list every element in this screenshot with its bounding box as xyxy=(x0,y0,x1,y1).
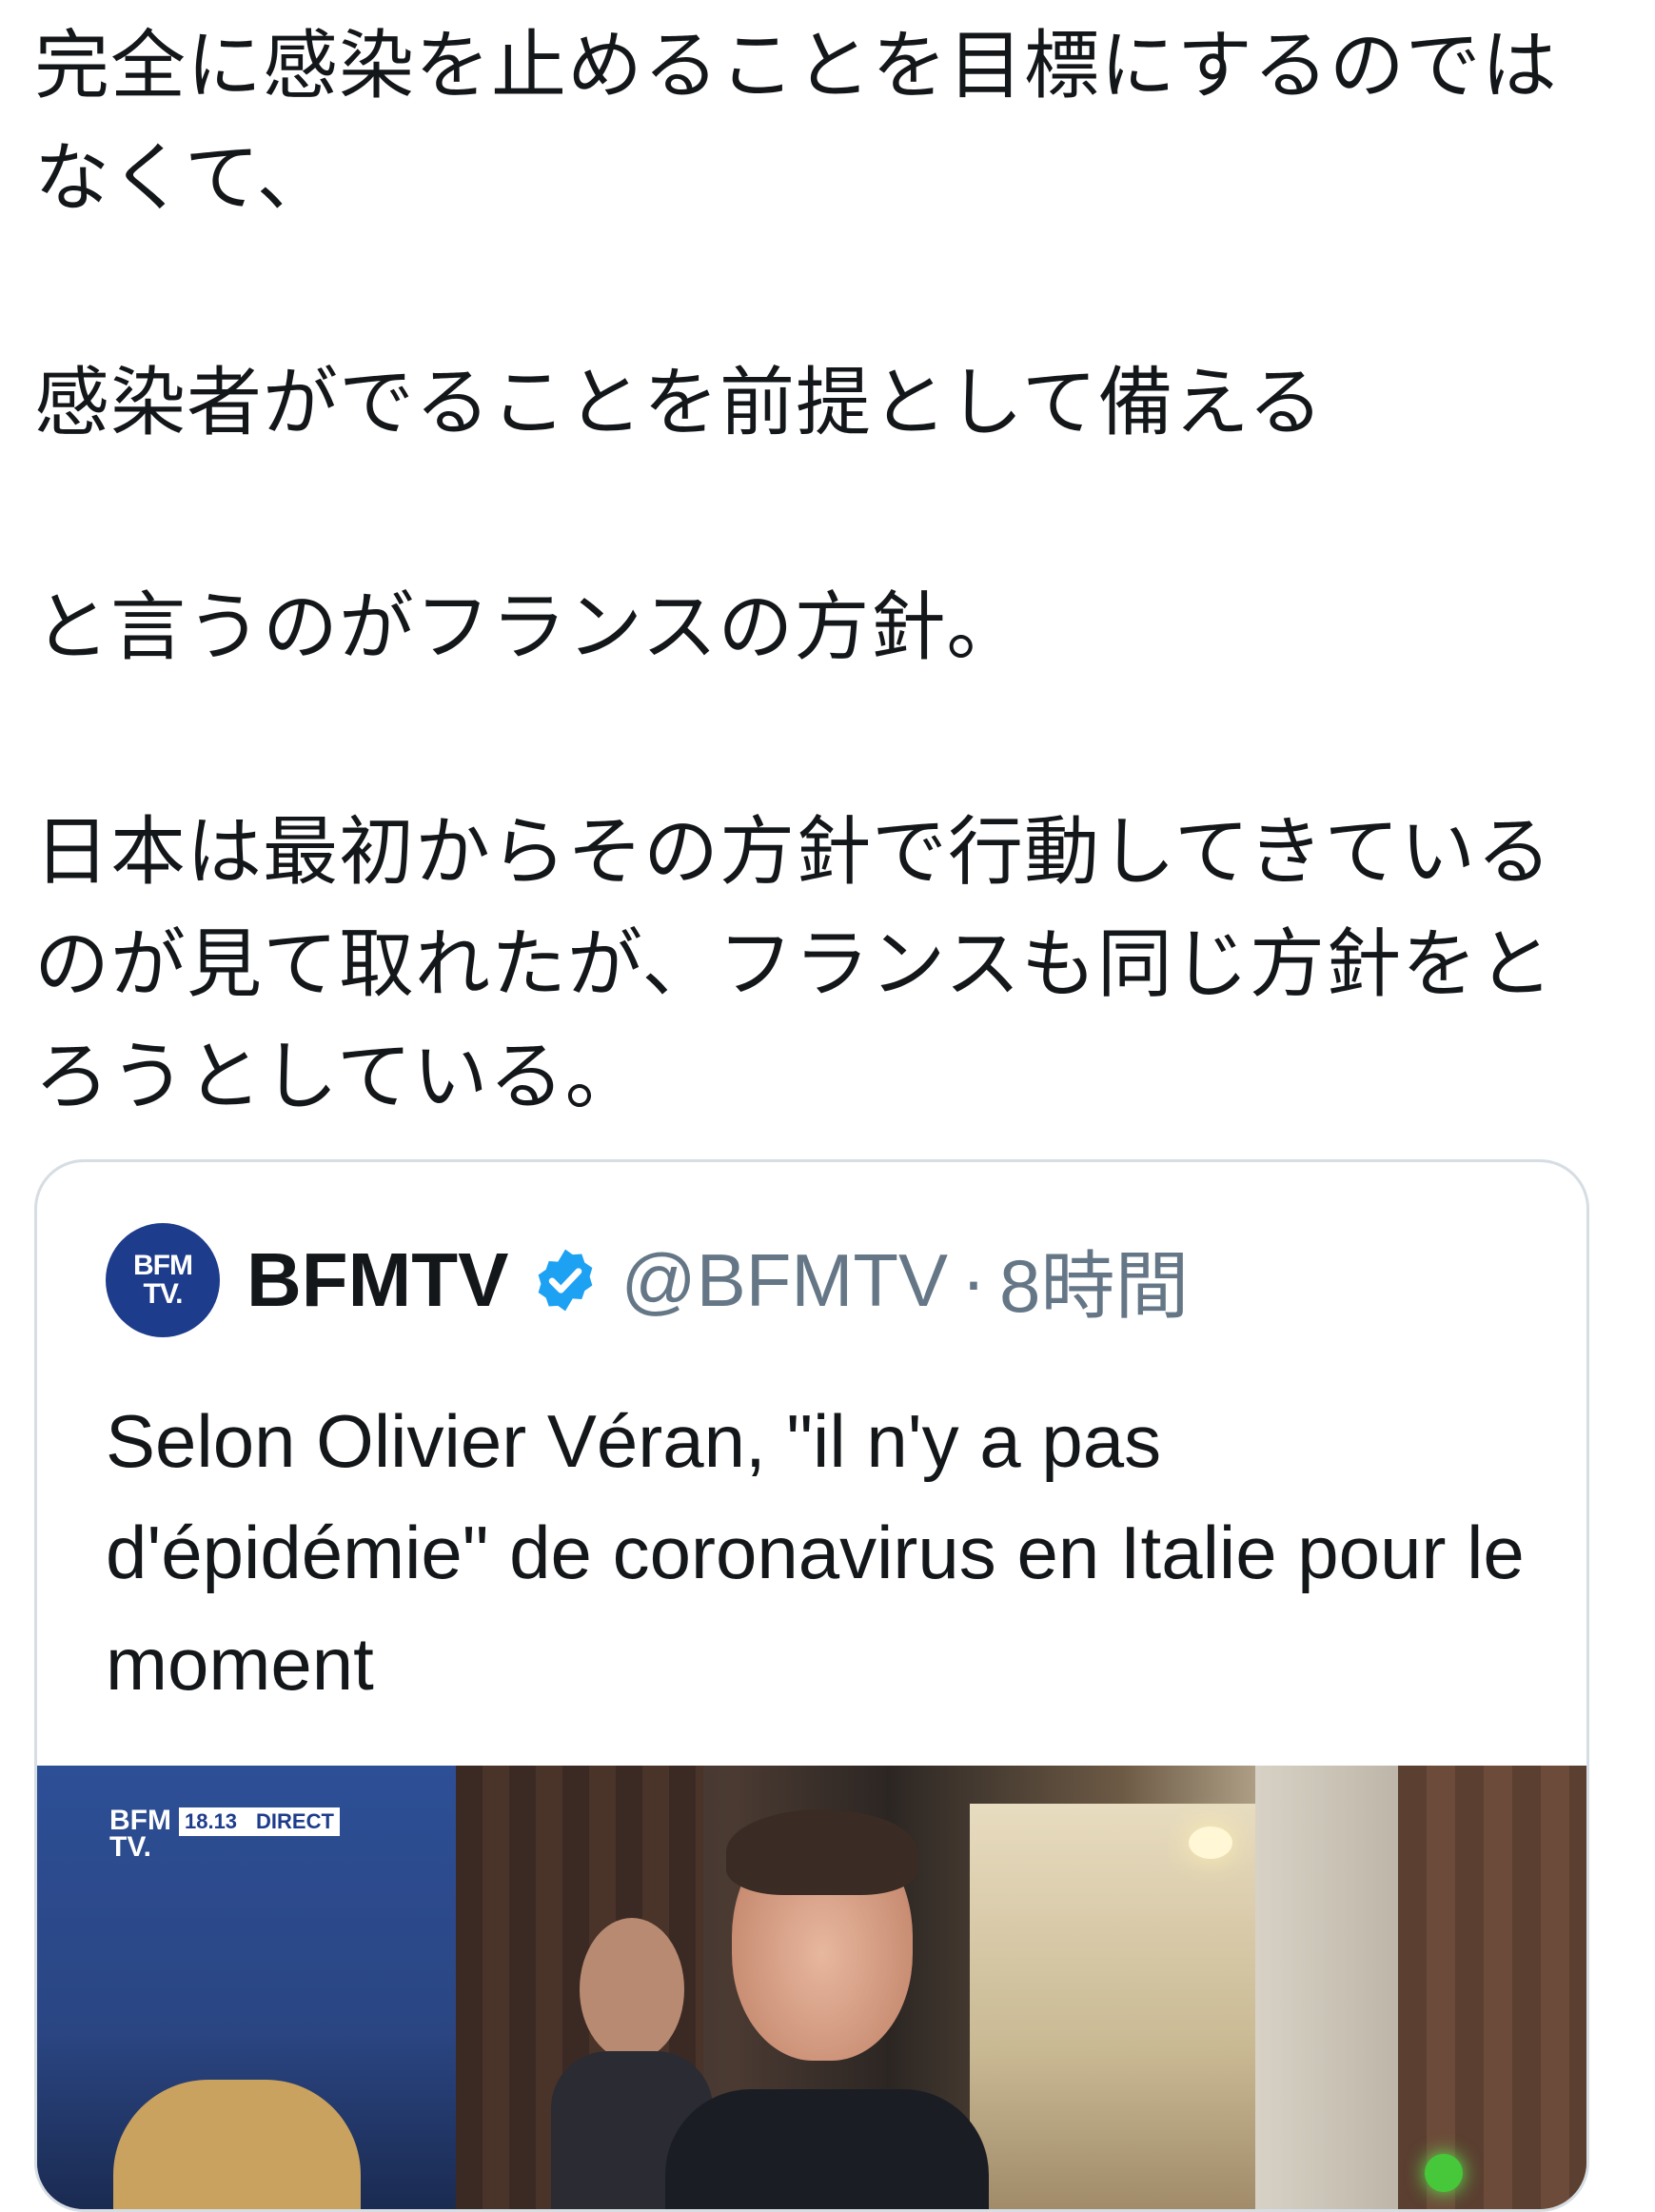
live-banner: 18.13 DIRECT xyxy=(178,1807,340,1836)
video-thumbnail[interactable]: BFM TV. 18.13 DIRECT xyxy=(37,1766,1586,2209)
tweet-text: 完全に感染を止めることを目標にするのではなくて、 感染者がでることを前提として備… xyxy=(34,10,1614,1133)
separator-dot: · xyxy=(961,1237,986,1322)
display-name[interactable]: BFMTV xyxy=(246,1236,509,1324)
tweet-paragraph: 日本は最初からその方針で行動してきているのが見て取れたが、フランスも同じ方針をと… xyxy=(34,808,1554,1120)
broadcast-clock: 18.13 xyxy=(184,1809,238,1833)
handle[interactable]: @BFMTV xyxy=(621,1237,949,1324)
speaker-figure xyxy=(665,1804,989,2209)
quoted-tweet-text: Selon Olivier Véran, "il n'y a pas d'épi… xyxy=(106,1399,1525,1706)
tweet-paragraph: と言うのがフランスの方針。 xyxy=(34,583,1023,671)
live-label: DIRECT xyxy=(256,1809,334,1833)
tweet-paragraph: 感染者がでることを前提として備える xyxy=(34,359,1325,446)
tweet-paragraph: 完全に感染を止めることを目標にするのではなくて、 xyxy=(34,22,1558,222)
avatar[interactable]: BFM TV. xyxy=(106,1223,220,1337)
verified-badge-icon xyxy=(538,1249,592,1312)
quoted-tweet-header: BFM TV. BFMTV @BFMTV · 8時間 xyxy=(106,1223,1189,1337)
broadcast-logo: BFM TV. 18.13 DIRECT xyxy=(109,1807,340,1862)
quoted-tweet-card[interactable]: BFM TV. BFMTV @BFMTV · 8時間 Selon Olivier… xyxy=(34,1159,1589,2212)
timestamp[interactable]: 8時間 xyxy=(999,1227,1189,1333)
